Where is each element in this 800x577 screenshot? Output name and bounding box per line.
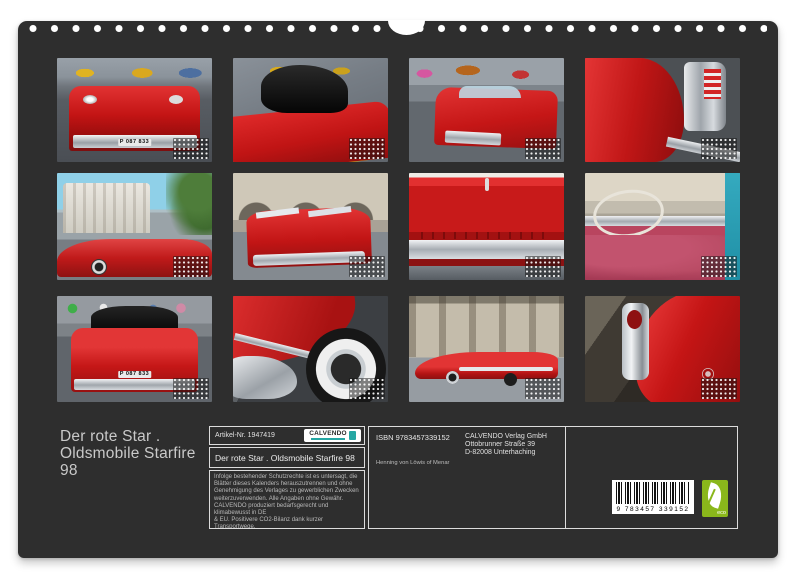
photo-fender-tire-closeup [233,296,388,402]
barcode-section: 9 783457 339152 eco [565,427,737,528]
tree-shape [166,173,213,235]
calvendo-logo-wordmark: CALVENDO [309,431,347,440]
windshield-shape [459,86,521,97]
taillight-stripes-shape [704,69,721,98]
calvendo-logo-rule [311,438,345,440]
publisher-line: CALVENDO Verlag GmbH [465,433,547,441]
publisher-line: D-82008 Unterhaching [465,449,547,457]
isbn-publisher-section: ISBN 9783457339152 CALVENDO Verlag GmbH … [369,427,565,528]
convertible-top-shape [261,65,348,113]
watermark-pattern [525,256,561,277]
lettering-shape [421,232,551,239]
watermark-pattern [349,378,385,399]
barcode-digits: 9 783457 339152 [612,506,694,513]
photo-taillight-closeup [585,296,740,402]
photo-layer [57,65,212,81]
article-number: Artikel-Nr. 1947419 [215,432,275,439]
columns-shape [409,296,564,357]
isbn-number: ISBN 9783457339152 [376,433,450,442]
watermark-pattern [349,138,385,159]
fine-print-line: Blätter dieses Kalenders herauszutrennen… [214,481,360,488]
cover-title: Der rote Star . Oldsmobile Starfire 98 [60,428,196,479]
watermark-pattern [173,378,209,399]
photo-trunk-closeup [409,173,564,280]
barcode-bars [616,482,690,504]
photo-black-top-side [233,58,388,162]
publisher-line: Ottobrunner Straße 39 [465,441,547,449]
product-title-box: Der rote Star . Oldsmobile Starfire 98 [209,447,365,468]
fine-print-line: Genehmigung des Verlages zu gewerblichen… [214,488,360,495]
building-shape [63,183,150,233]
watermark-pattern [349,256,385,277]
calvendo-logo: CALVENDO [304,429,361,442]
car-shape [415,352,558,379]
ornament-shape [485,178,489,191]
photo-layer [409,62,564,83]
watermark-pattern [173,256,209,277]
watermark-pattern [701,378,737,399]
fine-print-line: weiterzuverwenden. Alle Angaben ohne Gew… [214,496,360,503]
taillight-lens-shape [627,310,643,329]
ean-barcode: 9 783457 339152 [612,480,694,514]
watermark-pattern [701,138,737,159]
calendar-back-page: P 087 833 [18,21,778,558]
photo-theater-side-view [57,173,212,280]
calvendo-book-icon [349,431,356,440]
photo-front-view-street: P 087 833 [57,58,212,162]
photo-rear-three-quarter-arches [233,173,388,280]
publisher-address: CALVENDO Verlag GmbH Ottobrunner Straße … [465,433,547,457]
watermark-pattern [525,378,561,399]
author-name: Henning von Löwis of Menar [376,460,449,466]
photo-front-three-quarter [409,58,564,162]
photo-rear-view-street: P 087 833 [57,296,212,402]
steering-wheel-shape [590,185,667,241]
photo-interior [585,173,740,280]
wheels-shape [446,371,459,384]
license-plate: P 087 833 [118,371,151,378]
cover-title-line: Der rote Star . [60,428,196,445]
eco-logo: eco [702,480,728,517]
photo-fin-closeup [585,58,740,162]
watermark-pattern [173,138,209,159]
watermark-pattern [701,256,737,277]
wheel-shape [91,259,107,275]
bumper-shape [233,356,297,398]
photo-profile-building [409,296,564,402]
fine-print-line: CALVENDO produziert bedarfsgerecht und k… [214,503,360,517]
fine-print-box: Infolge bestehender Schutzrechte ist es … [209,470,365,529]
eco-label: eco [717,510,726,516]
product-image-background: { "cover": { "title_lines": ["Der rote S… [0,0,800,577]
article-number-box: Artikel-Nr. 1947419 CALVENDO [209,426,365,445]
calvendo-logo-text: CALVENDO [309,431,347,437]
cover-title-line: Oldsmobile Starfire [60,445,196,462]
watermark-pattern [525,138,561,159]
product-title: Der rote Star . Oldsmobile Starfire 98 [215,453,355,463]
chrome-trim-shape [459,367,554,371]
info-right-box: ISBN 9783457339152 CALVENDO Verlag GmbH … [368,426,738,529]
publisher-info-box: Artikel-Nr. 1947419 CALVENDO Der rote St… [209,426,738,529]
fine-print-line: Infolge bestehender Schutzrechte ist es … [214,474,360,481]
cover-title-line: 98 [60,462,196,479]
fine-print-line: & EU. Positivere CO2-Bilanz dank kurzer … [214,517,360,529]
license-plate: P 087 833 [118,139,151,146]
info-left-column: Artikel-Nr. 1947419 CALVENDO Der rote St… [209,426,365,529]
